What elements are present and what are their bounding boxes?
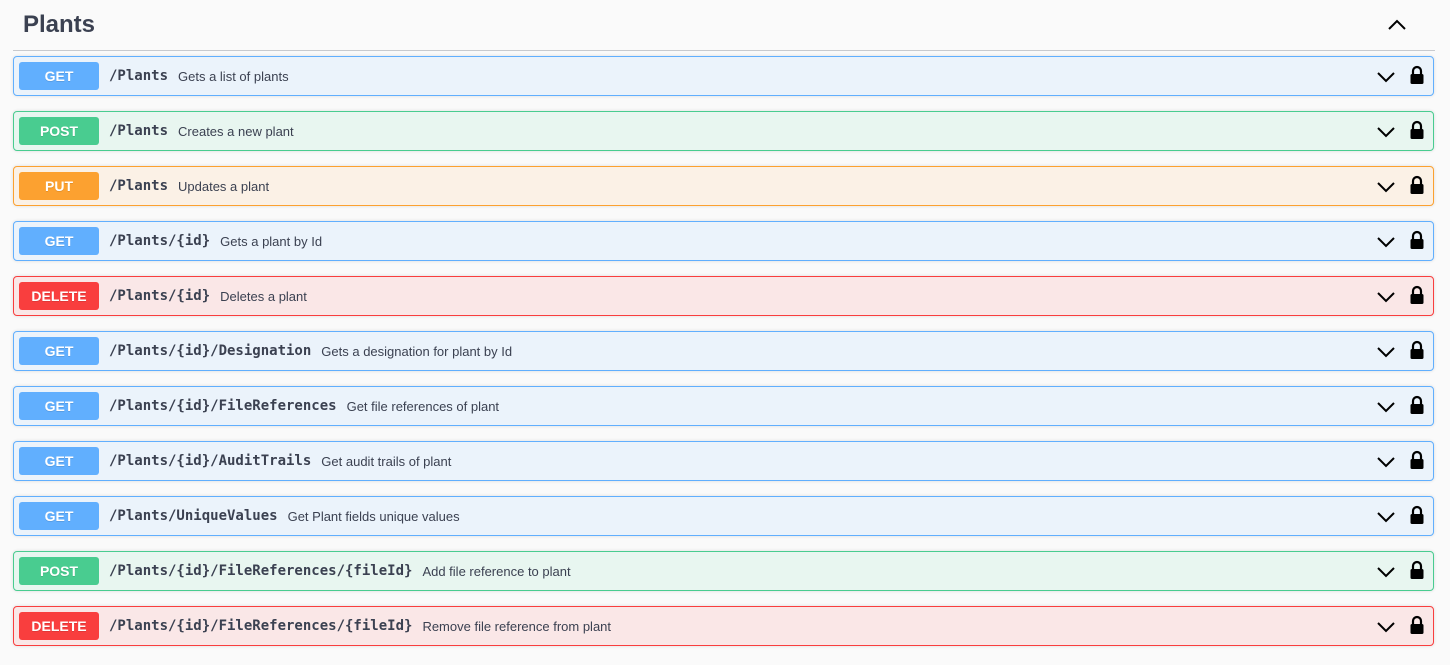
- method-badge: GET: [19, 392, 99, 420]
- chevron-down-icon[interactable]: [1376, 618, 1396, 636]
- operation-summary: Add file reference to plant: [422, 563, 571, 579]
- collapse-section-button[interactable]: [1379, 7, 1415, 43]
- operation-row[interactable]: GET/Plants/UniqueValues Get Plant fields …: [13, 496, 1434, 536]
- chevron-down-icon[interactable]: [1376, 343, 1396, 361]
- operation-summary: Get file references of plant: [346, 398, 500, 414]
- operations-list: GET/Plants Gets a list of plants POST/Plan…: [13, 56, 1434, 661]
- operation-row[interactable]: PUT/Plants Updates a plant: [13, 166, 1434, 206]
- chevron-down-icon[interactable]: [1376, 288, 1396, 306]
- lock-icon[interactable]: [1409, 285, 1425, 305]
- endpoint-path: /Plants/{id}/FileReferences: [109, 398, 337, 414]
- lock-icon[interactable]: [1409, 175, 1425, 195]
- method-badge: DELETE: [19, 282, 99, 310]
- method-badge: POST: [19, 557, 99, 585]
- endpoint-path: /Plants/{id}: [109, 288, 211, 304]
- operation-row[interactable]: GET/Plants/{id}/FileReferences Get file r…: [13, 386, 1434, 426]
- operation-summary: Remove file reference from plant: [422, 618, 612, 634]
- section-header[interactable]: Plants: [13, 0, 1435, 51]
- operation-summary: Gets a list of plants: [178, 68, 289, 84]
- endpoint-path: /Plants/{id}: [109, 233, 211, 249]
- operation-summary: Creates a new plant: [178, 123, 294, 139]
- endpoint-path: /Plants: [109, 178, 169, 194]
- endpoint-path: /Plants: [109, 68, 169, 84]
- operation-row[interactable]: POST/Plants/{id}/FileReferences/{fileId}…: [13, 551, 1434, 591]
- operation-summary: Gets a designation for plant by Id: [321, 343, 513, 359]
- operation-row[interactable]: GET/Plants/{id}/Designation Gets a design…: [13, 331, 1434, 371]
- section-title: Plants: [23, 11, 96, 38]
- operation-row[interactable]: GET/Plants Gets a list of plants: [13, 56, 1434, 96]
- chevron-down-icon[interactable]: [1376, 68, 1396, 86]
- method-badge: GET: [19, 447, 99, 475]
- endpoint-path: /Plants/{id}/AuditTrails: [109, 453, 312, 469]
- operation-row[interactable]: DELETE/Plants/{id} Deletes a plant: [13, 276, 1434, 316]
- method-badge: GET: [19, 62, 99, 90]
- chevron-down-icon[interactable]: [1376, 398, 1396, 416]
- operation-summary: Gets a plant by Id: [220, 233, 323, 249]
- lock-icon[interactable]: [1409, 560, 1425, 580]
- endpoint-path: /Plants/UniqueValues: [109, 508, 278, 524]
- chevron-down-icon[interactable]: [1376, 453, 1396, 471]
- endpoint-path: /Plants/{id}/FileReferences/{fileId}: [109, 618, 413, 634]
- method-badge: GET: [19, 337, 99, 365]
- operation-summary: Updates a plant: [178, 178, 270, 194]
- method-badge: PUT: [19, 172, 99, 200]
- operation-summary: Get Plant fields unique values: [287, 508, 460, 524]
- operation-row[interactable]: DELETE/Plants/{id}/FileReferences/{fileI…: [13, 606, 1434, 646]
- method-badge: GET: [19, 227, 99, 255]
- lock-icon[interactable]: [1409, 450, 1425, 470]
- operation-summary: Get audit trails of plant: [321, 453, 452, 469]
- operation-row[interactable]: POST/Plants Creates a new plant: [13, 111, 1434, 151]
- lock-icon[interactable]: [1409, 505, 1425, 525]
- lock-icon[interactable]: [1409, 395, 1425, 415]
- chevron-up-icon: [1388, 19, 1406, 30]
- chevron-down-icon[interactable]: [1376, 178, 1396, 196]
- operation-row[interactable]: GET/Plants/{id}/AuditTrails Get audit tra…: [13, 441, 1434, 481]
- endpoint-path: /Plants: [109, 123, 169, 139]
- method-badge: POST: [19, 117, 99, 145]
- operation-row[interactable]: GET/Plants/{id} Gets a plant by Id: [13, 221, 1434, 261]
- operation-summary: Deletes a plant: [220, 288, 307, 304]
- lock-icon[interactable]: [1409, 120, 1425, 140]
- chevron-down-icon[interactable]: [1376, 123, 1396, 141]
- chevron-down-icon[interactable]: [1376, 233, 1396, 251]
- lock-icon[interactable]: [1409, 65, 1425, 85]
- chevron-down-icon[interactable]: [1376, 563, 1396, 581]
- method-badge: GET: [19, 502, 99, 530]
- method-badge: DELETE: [19, 612, 99, 640]
- endpoint-path: /Plants/{id}/FileReferences/{fileId}: [109, 563, 413, 579]
- lock-icon[interactable]: [1409, 230, 1425, 250]
- lock-icon[interactable]: [1409, 615, 1425, 635]
- chevron-down-icon[interactable]: [1376, 508, 1396, 526]
- lock-icon[interactable]: [1409, 340, 1425, 360]
- endpoint-path: /Plants/{id}/Designation: [109, 343, 312, 359]
